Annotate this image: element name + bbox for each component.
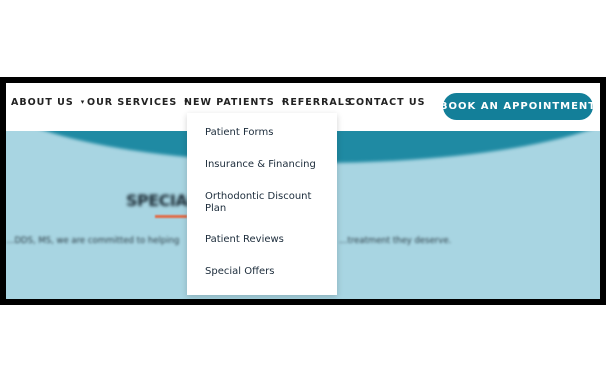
hero-intro-text-end: …treatment they deserve. <box>339 236 452 246</box>
menu-item-orthodontic-discount-plan[interactable]: Orthodontic Discount Plan <box>205 191 325 215</box>
nav-item-new-patients[interactable]: NEW PATIENTS ▾ <box>184 97 286 108</box>
hero-intro-text: …DDS, MS, we are committed to helping <box>6 236 180 246</box>
nav-item-label: NEW PATIENTS <box>184 97 275 108</box>
book-appointment-button[interactable]: BOOK AN APPOINTMENT <box>440 93 595 120</box>
page-viewport: ABOUT US ▾ OUR SERVICES ▾ NEW PATIENTS ▾ RE… <box>6 83 600 299</box>
nav-item-referrals[interactable]: REFERRALS <box>282 97 353 108</box>
screenshot-frame: ABOUT US ▾ OUR SERVICES ▾ NEW PATIENTS ▾ RE… <box>0 77 606 305</box>
menu-item-insurance-financing[interactable]: Insurance & Financing <box>205 159 325 171</box>
nav-item-label: OUR SERVICES <box>87 97 178 108</box>
menu-item-patient-forms[interactable]: Patient Forms <box>205 127 325 139</box>
menu-item-patient-reviews[interactable]: Patient Reviews <box>205 234 325 246</box>
nav-item-label: CONTACT US <box>348 97 426 108</box>
menu-item-special-offers[interactable]: Special Offers <box>205 266 325 278</box>
heading-accent-line <box>155 215 187 218</box>
new-patients-dropdown-menu: Patient Forms Insurance & Financing Orth… <box>187 113 337 295</box>
nav-item-label: ABOUT US <box>11 97 74 108</box>
chevron-down-icon: ▾ <box>80 98 86 106</box>
nav-item-contact-us[interactable]: CONTACT US <box>348 97 425 108</box>
nav-item-label: REFERRALS <box>282 97 353 108</box>
nav-item-about-us[interactable]: ABOUT US ▾ <box>11 97 85 108</box>
nav-item-our-services[interactable]: OUR SERVICES ▾ <box>87 97 189 108</box>
